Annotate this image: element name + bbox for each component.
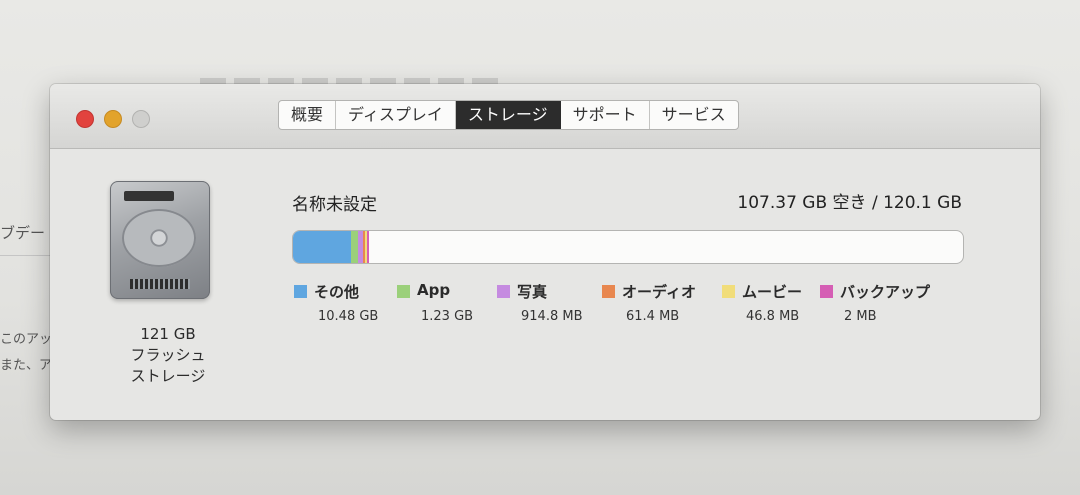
close-button[interactable]: [76, 110, 94, 128]
tab-overview[interactable]: 概要: [279, 101, 337, 129]
usage-segment-1: [293, 231, 352, 263]
legend-size: 1.23 GB: [421, 309, 474, 324]
legend-size: 46.8 MB: [746, 309, 800, 324]
legend-swatch: [397, 285, 410, 298]
disk-type-line1: フラッシュ: [130, 346, 206, 364]
disk-capacity: 121 GB: [140, 325, 196, 343]
legend-label: App: [417, 281, 451, 299]
free-space-text: 107.37 GB 空き / 120.1 GB: [737, 193, 962, 213]
title-bar[interactable]: 概要 ディスプレイ ストレージ サポート サービス: [50, 84, 1040, 149]
legend-swatch: [722, 285, 735, 298]
background-text-fragment: ブデー: [0, 224, 46, 242]
storage-legend: その他 10.48 GB App 1.23 GB 写真 914.8 MB オーデ…: [294, 281, 994, 331]
legend-swatch: [497, 285, 510, 298]
disk-type-line2: ストレージ: [130, 367, 206, 385]
about-this-mac-window: 概要 ディスプレイ ストレージ サポート サービス 121 GB フラッシュ ス…: [50, 84, 1040, 420]
legend-size: 10.48 GB: [318, 309, 379, 324]
legend-swatch: [820, 285, 833, 298]
drive-icon: [110, 181, 210, 299]
legend-label: バックアップ: [840, 283, 931, 301]
tab-displays[interactable]: ディスプレイ: [336, 101, 456, 129]
zoom-button: [132, 110, 150, 128]
legend-swatch: [294, 285, 307, 298]
drive-label-plate: [124, 191, 174, 201]
tab-storage[interactable]: ストレージ: [455, 101, 561, 129]
usage-segment-2: [351, 231, 358, 263]
tab-bar: 概要 ディスプレイ ストレージ サポート サービス: [278, 100, 739, 130]
legend-label: ムービー: [742, 283, 803, 301]
legend-swatch: [602, 285, 615, 298]
legend-label: 写真: [517, 283, 548, 301]
minimize-button[interactable]: [104, 110, 122, 128]
disk-info: 121 GB フラッシュ ストレージ: [98, 324, 238, 387]
drive-connector: [130, 279, 190, 289]
drive-platter: [122, 209, 196, 267]
disk-name: 名称未設定: [292, 195, 377, 215]
background-text-fragment: また、ア: [0, 358, 53, 373]
legend-size: 914.8 MB: [521, 309, 583, 324]
background-text-fragment: このアッ: [0, 332, 53, 347]
tab-service[interactable]: サービス: [650, 101, 738, 129]
legend-label: その他: [314, 283, 360, 301]
legend-size: 61.4 MB: [626, 309, 680, 324]
legend-label: オーディオ: [622, 283, 696, 301]
legend-size: 2 MB: [844, 309, 877, 324]
tab-support[interactable]: サポート: [561, 101, 650, 129]
storage-usage-bar[interactable]: [292, 230, 964, 264]
usage-segment-6: [367, 231, 370, 263]
